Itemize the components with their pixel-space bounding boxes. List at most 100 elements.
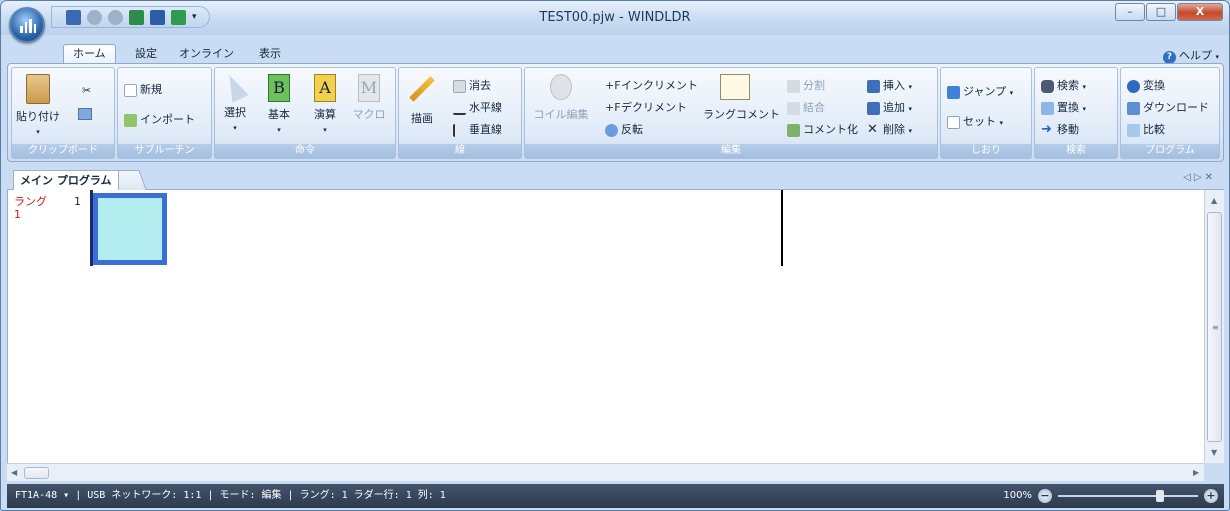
new-icon: [124, 83, 137, 97]
cut-icon[interactable]: ✂: [82, 84, 91, 97]
rung-comment-button[interactable]: ラングコメント: [703, 74, 780, 122]
help-label: ヘルプ: [1178, 49, 1212, 62]
upload-icon[interactable]: [171, 9, 186, 25]
selected-cell-cursor[interactable]: [93, 193, 167, 265]
vertical-scroll-thumb[interactable]: ≡: [1207, 212, 1222, 442]
app-menu-button[interactable]: [9, 7, 45, 43]
arrow-right-icon: ➜: [1041, 121, 1052, 137]
ladder-editor[interactable]: ラング 1 1: [7, 190, 1204, 463]
comment-label: コメント化: [803, 123, 858, 136]
comment-out-button[interactable]: コメント化: [787, 122, 858, 138]
select-button[interactable]: 選択 ▾: [219, 71, 251, 133]
find-label: 検索: [1057, 79, 1079, 92]
scroll-down-icon[interactable]: ▼: [1211, 448, 1217, 457]
erase-button[interactable]: 消去: [453, 78, 491, 94]
ribbon-tabs: ホーム 設定 オンライン 表示 ? ヘルプ ▾: [1, 35, 1229, 64]
scroll-right-icon[interactable]: ▶: [1193, 468, 1199, 477]
delete-label: 削除: [883, 123, 905, 136]
increment-button[interactable]: +Fインクリメント: [605, 78, 698, 94]
decrement-button[interactable]: +Fデクリメント: [605, 100, 687, 116]
window-controls: – □ X: [1115, 3, 1223, 21]
horizontal-scroll-thumb[interactable]: [24, 467, 49, 479]
qat-customize-icon[interactable]: ▾: [192, 12, 197, 22]
tab-home[interactable]: ホーム: [63, 44, 116, 64]
zoom-slider-thumb[interactable]: [1156, 490, 1164, 502]
vertical-line-icon: [453, 123, 466, 137]
vline-button[interactable]: 垂直線: [453, 122, 502, 138]
save-icon[interactable]: [66, 9, 81, 25]
zoom-in-icon[interactable]: +: [1204, 489, 1218, 503]
delete-button[interactable]: ✕ 削除 ▾: [867, 122, 912, 138]
group-label-line: 線: [399, 144, 521, 158]
monitor-icon[interactable]: [129, 9, 144, 25]
new-label: 新規: [140, 83, 162, 96]
scroll-up-icon[interactable]: ▲: [1211, 196, 1217, 205]
basic-button[interactable]: B 基本 ▾: [261, 74, 297, 135]
invert-button[interactable]: 反転: [605, 122, 643, 138]
coil-label: コイル編集: [533, 108, 589, 121]
group-label-edit: 編集: [525, 144, 937, 158]
find-button[interactable]: 検索 ▾: [1041, 78, 1086, 94]
tab-view[interactable]: 表示: [259, 45, 281, 63]
set-label: セット: [963, 115, 996, 128]
basic-instruction-icon: B: [268, 74, 290, 102]
compare-icon: [1127, 123, 1140, 137]
draw-button[interactable]: 描画: [405, 74, 439, 126]
paste-button[interactable]: 貼り付け ▾: [16, 74, 60, 137]
right-power-rail: [781, 190, 783, 266]
tab-nav-icons[interactable]: ◁▷✕: [1183, 172, 1216, 183]
arith-button[interactable]: A 演算 ▾: [307, 74, 343, 135]
tab-online[interactable]: オンライン: [179, 45, 234, 63]
app-window: TEST00.pjw - WINDLDR ▾ – □ X ホーム 設定 オンライ…: [0, 0, 1230, 511]
zoom-slider[interactable]: [1058, 490, 1198, 502]
vertical-scrollbar[interactable]: ▲ ≡ ▼: [1204, 190, 1224, 463]
group-label-instruction: 命令: [215, 144, 395, 158]
status-bar: FT1A-48 ▾ | USB ネットワーク: 1:1 | モード: 編集 | …: [7, 484, 1224, 508]
pencil-icon: [409, 76, 435, 102]
invert-label: 反転: [621, 123, 643, 136]
hline-button[interactable]: 水平線: [453, 100, 502, 116]
redo-icon[interactable]: [108, 9, 123, 25]
coil-edit-button[interactable]: コイル編集: [531, 74, 591, 122]
jump-icon: [947, 85, 960, 99]
convert-label: 変換: [1143, 79, 1165, 92]
compare-button[interactable]: 比較: [1127, 122, 1165, 138]
close-button[interactable]: X: [1177, 3, 1223, 21]
import-button[interactable]: インポート: [124, 112, 195, 128]
comment-out-icon: [787, 123, 800, 137]
status-text[interactable]: FT1A-48 ▾ | USB ネットワーク: 1:1 | モード: 編集 | …: [15, 490, 446, 501]
move-label: 移動: [1057, 123, 1079, 136]
split-label: 分割: [803, 79, 825, 92]
add-button[interactable]: 追加 ▾: [867, 100, 912, 116]
download-icon[interactable]: [150, 9, 165, 25]
download-label: ダウンロード: [1143, 101, 1209, 114]
undo-icon[interactable]: [87, 9, 102, 25]
replace-button[interactable]: 置換 ▾: [1041, 100, 1086, 116]
convert-button[interactable]: 変換: [1127, 78, 1165, 94]
insert-button[interactable]: 挿入 ▾: [867, 78, 912, 94]
minimize-button[interactable]: –: [1115, 3, 1145, 21]
maximize-button[interactable]: □: [1146, 3, 1176, 21]
copy-icon[interactable]: [78, 108, 92, 120]
scroll-left-icon[interactable]: ◀: [11, 468, 17, 477]
zoom-out-icon[interactable]: −: [1038, 489, 1052, 503]
horizontal-scrollbar[interactable]: ◀ ▶: [7, 463, 1204, 481]
new-subroutine-button[interactable]: 新規: [124, 82, 162, 98]
convert-icon: [1127, 79, 1140, 93]
add-label: 追加: [883, 101, 905, 114]
split-button[interactable]: 分割: [787, 78, 825, 94]
set-bookmark-button[interactable]: セット ▾: [947, 114, 1003, 130]
arrow-cursor-icon: [221, 71, 249, 103]
group-instruction: 選択▾ B 基本▾ A 演算▾ M マクロ ↘ 命令: [214, 67, 396, 159]
jump-button[interactable]: ジャンプ ▾: [947, 84, 1013, 100]
macro-button[interactable]: M マクロ: [351, 74, 387, 122]
tab-main-program[interactable]: メイン プログラム: [13, 170, 119, 191]
move-button[interactable]: ➜ 移動: [1041, 122, 1079, 138]
compare-label: 比較: [1143, 123, 1165, 136]
help-button[interactable]: ? ヘルプ ▾: [1162, 47, 1219, 64]
merge-button[interactable]: 結合: [787, 100, 825, 116]
import-icon: [124, 113, 137, 127]
merge-icon: [787, 101, 800, 115]
tab-settings[interactable]: 設定: [135, 45, 157, 63]
download-button[interactable]: ダウンロード: [1127, 100, 1209, 116]
